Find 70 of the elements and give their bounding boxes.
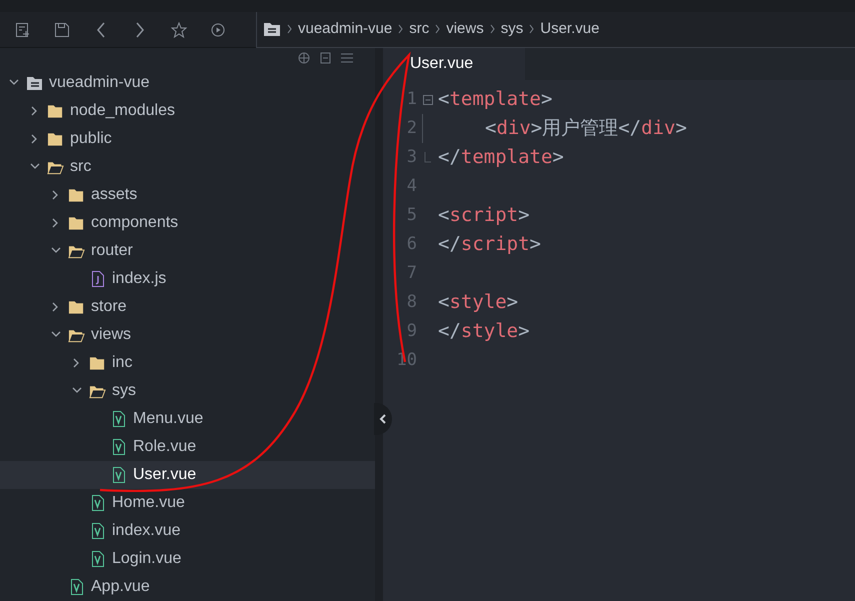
tree-item[interactable]: inc [0, 349, 375, 377]
vue-file-icon [112, 467, 126, 483]
breadcrumb-item[interactable]: views [446, 18, 484, 40]
code-line: <script> [438, 203, 530, 228]
folder-icon [89, 356, 106, 370]
tree-item[interactable]: Role.vue [0, 433, 375, 461]
folder-icon [47, 104, 64, 118]
vue-file-icon [90, 523, 104, 539]
vue-file-icon [90, 495, 104, 511]
chevron-icon [398, 24, 404, 34]
folder-icon [68, 300, 85, 314]
open-folder-icon [68, 244, 85, 258]
vue-file-icon [70, 579, 84, 595]
tree-item[interactable]: vueadmin-vue [0, 69, 375, 97]
tree-item[interactable]: index.js [0, 265, 375, 293]
chevron-icon [287, 24, 292, 34]
menu-icon[interactable] [341, 52, 353, 62]
breadcrumb-item[interactable]: sys [500, 18, 524, 40]
tree-item-selected[interactable]: User.vue [0, 461, 375, 489]
chevron-icon [529, 24, 534, 34]
tree-item[interactable]: components [0, 209, 375, 237]
breadcrumb-item[interactable]: User.vue [540, 18, 600, 40]
js-file-icon [90, 271, 104, 287]
vue-file-icon [112, 411, 126, 427]
chevron-icon [435, 24, 440, 34]
back-icon[interactable] [96, 22, 106, 38]
tree-item[interactable]: Menu.vue [0, 405, 375, 433]
project-icon [263, 21, 281, 37]
breadcrumb-item[interactable]: vueadmin-vue [298, 18, 392, 40]
collapse-icon[interactable] [320, 52, 331, 64]
chevron-icon [490, 24, 495, 34]
fold-icon[interactable] [422, 94, 432, 104]
tree-item[interactable]: Home.vue [0, 489, 375, 517]
code-line: <style> [438, 290, 518, 316]
vue-file-icon [112, 439, 126, 455]
locate-icon[interactable] [298, 52, 310, 64]
forward-icon[interactable] [135, 22, 145, 38]
tree-item[interactable]: index.vue [0, 517, 375, 545]
tree-item[interactable]: views [0, 321, 375, 349]
new-file-icon[interactable] [15, 22, 31, 38]
project-icon [26, 76, 43, 90]
star-icon[interactable] [171, 22, 187, 38]
tree-item[interactable]: node_modules [0, 97, 375, 125]
save-icon[interactable] [54, 22, 70, 38]
code-line: <div>用户管理</div> [485, 116, 687, 142]
open-folder-icon [47, 160, 64, 174]
fold-end-icon [424, 152, 432, 163]
run-icon[interactable] [211, 22, 225, 36]
tree-item[interactable]: store [0, 293, 375, 321]
tree-item[interactable]: public [0, 125, 375, 153]
folder-icon [47, 132, 64, 146]
code-line: </style> [438, 319, 530, 344]
vue-file-icon [90, 551, 104, 567]
folder-icon [68, 188, 85, 202]
tree-item[interactable]: App.vue [0, 573, 375, 601]
code-line: </script> [438, 232, 541, 258]
breadcrumb-item[interactable]: src [409, 18, 430, 40]
editor-tab[interactable]: User.vue [383, 48, 525, 80]
tree-item[interactable]: src [0, 153, 375, 181]
folder-icon [68, 216, 85, 230]
code-line: </template> [438, 145, 564, 170]
tree-item[interactable]: assets [0, 181, 375, 209]
chevron-left-icon [379, 414, 387, 424]
code-line: <template> [438, 87, 552, 112]
tree-item[interactable]: router [0, 237, 375, 265]
indent-guide [422, 114, 423, 143]
tree-item[interactable]: Login.vue [0, 545, 375, 573]
tree-item[interactable]: sys [0, 377, 375, 405]
open-folder-icon [68, 328, 85, 342]
open-folder-icon [89, 384, 106, 398]
